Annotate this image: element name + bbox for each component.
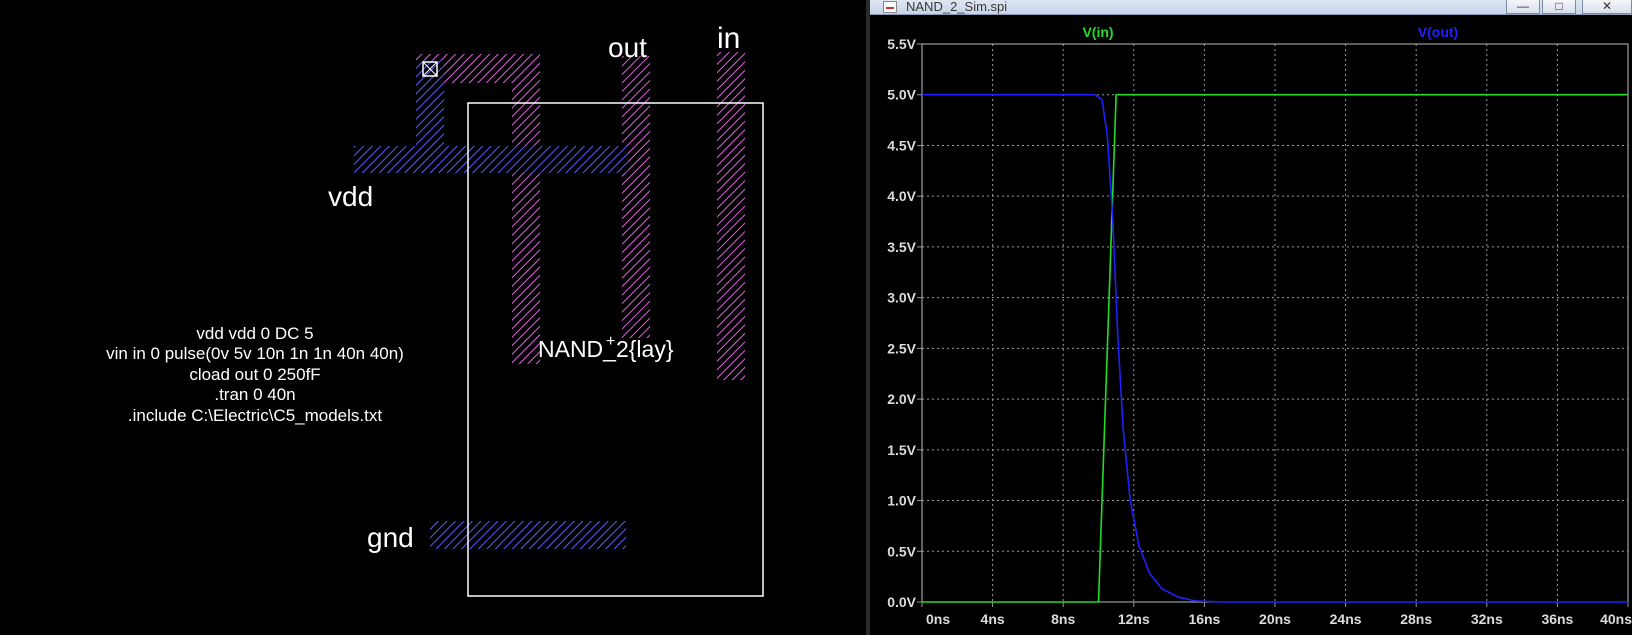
legend-entry[interactable]: V(in) xyxy=(1082,24,1113,40)
spice-line: .tran 0 40n xyxy=(214,385,295,404)
y-tick-label: 2.0V xyxy=(887,391,916,407)
y-tick-label: 1.0V xyxy=(887,493,916,509)
export-label-vdd[interactable]: vdd xyxy=(328,181,373,212)
spice-line: cload out 0 250fF xyxy=(189,365,320,384)
y-tick-label: 5.0V xyxy=(887,87,916,103)
plot-file-icon xyxy=(883,1,897,13)
layout-editor-pane[interactable]: vdd gnd out in NAND_2{lay} + vdd vdd 0 D… xyxy=(0,0,866,635)
y-tick-label: 4.0V xyxy=(887,188,916,204)
export-label-out[interactable]: out xyxy=(608,32,647,63)
spice-line: vin in 0 pulse(0v 5v 10n 1n 1n 40n 40n) xyxy=(106,344,404,363)
window-title: NAND_2_Sim.spi xyxy=(906,0,1008,14)
waveform-viewer-window[interactable]: 0ns 4ns 8ns 12ns 16ns 20ns 24ns 28ns 32ns 36ns 40n… xyxy=(870,0,1632,635)
x-tick-label: 24ns xyxy=(1330,611,1362,627)
metal2-in-column[interactable] xyxy=(717,52,745,380)
close-button[interactable]: ✕ xyxy=(1582,0,1632,14)
axis-ticks: 0ns 4ns 8ns 12ns 16ns 20ns 24ns 28ns 32ns 36ns 40n… xyxy=(887,36,1632,627)
y-tick-label: 2.5V xyxy=(887,340,916,356)
legend-entry[interactable]: V(out) xyxy=(1418,24,1458,40)
x-tick-label: 12ns xyxy=(1118,611,1150,627)
plot-grid xyxy=(922,44,1628,602)
export-label-in[interactable]: in xyxy=(717,22,740,55)
x-tick-label: 28ns xyxy=(1400,611,1432,627)
y-tick-label: 0.5V xyxy=(887,543,916,559)
window-title-bar[interactable]: NAND_2_Sim.spi — □ ✕ xyxy=(870,0,1632,15)
y-tick-label: 3.0V xyxy=(887,290,916,306)
minimize-button[interactable]: — xyxy=(1506,0,1540,14)
x-tick-label: 0ns xyxy=(926,611,950,627)
y-tick-label: 4.5V xyxy=(887,137,916,153)
metal2-out-column[interactable] xyxy=(622,56,650,338)
metal2-column-left[interactable] xyxy=(512,54,540,364)
export-label-gnd[interactable]: gnd xyxy=(367,522,414,553)
x-tick-label: 32ns xyxy=(1471,611,1503,627)
y-tick-label: 0.0V xyxy=(887,594,916,610)
x-tick-label: 40ns xyxy=(1600,611,1632,627)
layout-canvas[interactable]: vdd gnd out in NAND_2{lay} + vdd vdd 0 D… xyxy=(0,0,866,635)
x-tick-label: 36ns xyxy=(1541,611,1573,627)
plot-frame xyxy=(921,43,1629,603)
spice-line: vdd vdd 0 DC 5 xyxy=(196,324,313,343)
spice-directives-block[interactable]: vdd vdd 0 DC 5 vin in 0 pulse(0v 5v 10n … xyxy=(106,324,404,425)
maximize-button[interactable]: □ xyxy=(1542,0,1576,14)
trace-legend[interactable]: V(in) V(out) xyxy=(1082,24,1458,40)
x-tick-label: 16ns xyxy=(1188,611,1220,627)
y-tick-label: 1.5V xyxy=(887,442,916,458)
x-tick-label: 20ns xyxy=(1259,611,1291,627)
y-tick-label: 3.5V xyxy=(887,239,916,255)
cell-origin-marker-icon: + xyxy=(606,333,615,350)
x-tick-label: 8ns xyxy=(1051,611,1075,627)
metal1-vdd-rail[interactable] xyxy=(354,146,628,173)
metal1-gnd-rail[interactable] xyxy=(430,521,626,549)
spice-line: .include C:\Electric\C5_models.txt xyxy=(128,406,382,425)
y-tick-label: 5.5V xyxy=(887,36,916,52)
x-tick-label: 4ns xyxy=(981,611,1005,627)
waveform-plot[interactable]: 0ns 4ns 8ns 12ns 16ns 20ns 24ns 28ns 32ns 36ns 40n… xyxy=(870,0,1632,635)
